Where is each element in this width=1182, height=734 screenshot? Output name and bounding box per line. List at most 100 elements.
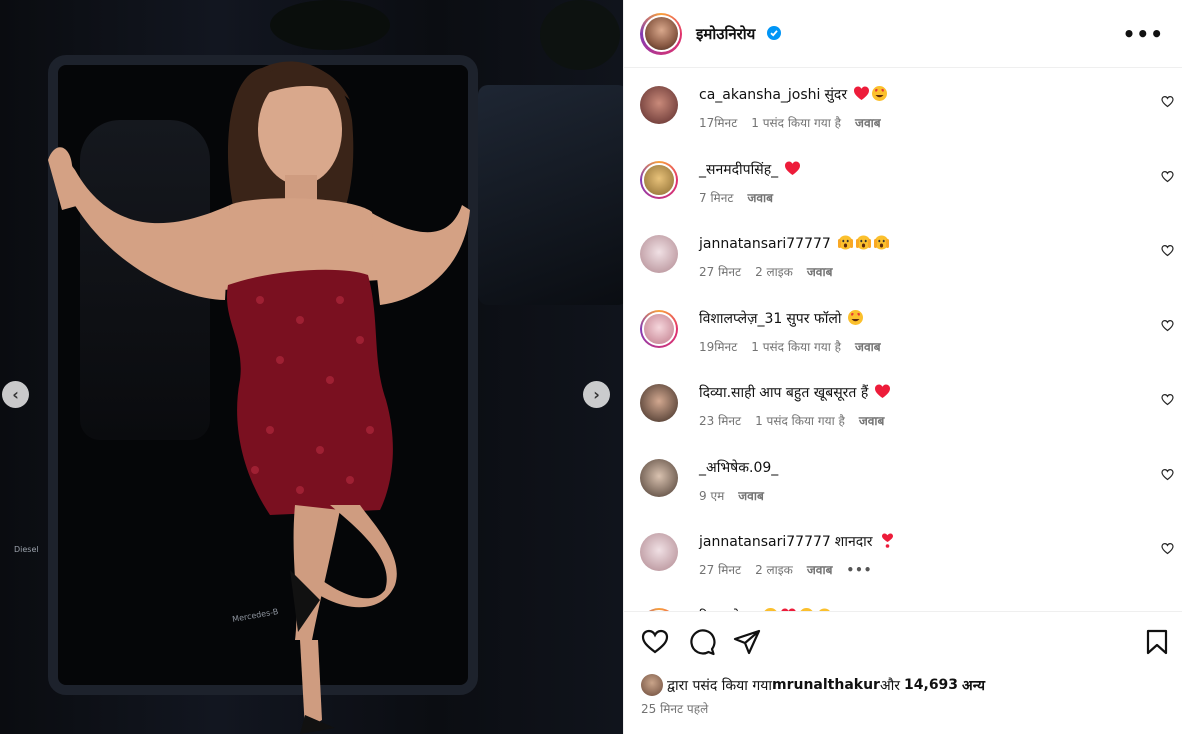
comment-body: सुंदर — [824, 87, 848, 103]
like-comment-heart-icon[interactable] — [1161, 170, 1174, 183]
comment-meta: 7 मिनट जवाब — [699, 189, 787, 206]
liked-by-others[interactable]: अन्य — [962, 676, 985, 695]
reply-button[interactable]: जवाब — [747, 191, 773, 205]
comment-body: शानदार — [834, 534, 873, 550]
share-icon[interactable] — [733, 628, 761, 656]
comments-list: ca_akansha_joshi सुंदर 17मिनट 1 पसंद किया ग… — [624, 68, 1182, 611]
comment-time: 23 मिनट — [699, 414, 742, 428]
like-comment-heart-icon[interactable] — [1161, 542, 1174, 555]
commenter-avatar[interactable] — [640, 309, 678, 348]
heart-eyes-emoji-icon — [872, 86, 888, 101]
reply-button[interactable]: जवाब — [859, 414, 885, 428]
face-screaming-emoji-icon — [837, 235, 853, 250]
commenter-avatar[interactable] — [640, 235, 678, 273]
comment-time: 27 मिनट — [699, 563, 742, 577]
commenter-avatar[interactable] — [640, 160, 678, 199]
comment-text-line: ca_akansha_joshi सुंदर — [699, 85, 888, 104]
owner-avatar[interactable] — [640, 12, 682, 55]
commenter-avatar[interactable] — [640, 384, 678, 422]
commenter-username[interactable]: ca_akansha_joshi — [699, 87, 820, 103]
reply-button[interactable]: जवाब — [855, 340, 881, 354]
liked-by-user[interactable]: mrunalthakur — [772, 677, 880, 693]
comment-time: 19मिनट — [699, 339, 738, 354]
heart-eyes-emoji-icon — [848, 309, 864, 325]
next-image-button[interactable]: › — [583, 381, 610, 408]
comment-item: रियाबाबेxx — [640, 601, 1170, 611]
like-comment-heart-icon[interactable] — [1161, 393, 1174, 406]
like-heart-icon[interactable] — [641, 628, 669, 656]
reply-button[interactable]: जवाब — [807, 265, 833, 279]
liked-by-line: द्वारा पसंद किया गया mrunalthakur और 14,… — [641, 674, 985, 696]
commenter-username[interactable]: jannatansari77777 — [699, 534, 831, 550]
comment-item: _अभिषेक.09_ 9 एम जवाब — [640, 452, 1174, 512]
comment-text-line: jannatansari77777 शानदार — [699, 532, 896, 551]
comment-time: 27 मिनट — [699, 265, 742, 279]
post-image: Diesel Mercedes-B ‹ › — [0, 0, 623, 734]
like-comment-heart-icon[interactable] — [1161, 95, 1174, 108]
red-heart-icon — [854, 86, 870, 100]
heart-exclamation-icon — [881, 533, 893, 548]
like-comment-heart-icon[interactable] — [1161, 319, 1174, 332]
commenter-username[interactable]: दिव्या.साही — [699, 385, 755, 401]
comment-like-count[interactable]: 2 लाइक — [755, 563, 793, 577]
car-brand-label: Diesel — [14, 545, 39, 554]
red-heart-icon — [875, 384, 891, 398]
liked-by-prefix: द्वारा पसंद किया गया — [667, 677, 772, 694]
comment-like-count[interactable]: 1 पसंद किया गया है — [751, 116, 841, 130]
liked-by-count[interactable]: 14,693 — [904, 677, 958, 693]
like-comment-heart-icon[interactable] — [1161, 468, 1174, 481]
verified-badge-icon — [766, 25, 781, 40]
comment-more-button[interactable]: ••• — [846, 563, 872, 577]
comment-body: आप बहुत खूबसूरत हैं — [759, 385, 869, 401]
woman-figure — [48, 61, 470, 734]
post-sidebar: इमोउनिरोय ••• ca_akansha_joshi सुंदर 17मिन… — [623, 0, 1182, 734]
comment-item: jannatansari77777 शानदार 27 मिनट 2 लाइक जवाब… — [640, 526, 1174, 586]
comment-meta: 27 मिनट 2 लाइक जवाब — [699, 263, 846, 280]
commenter-username[interactable]: jannatansari77777 — [699, 236, 831, 252]
comment-like-count[interactable]: 2 लाइक — [755, 265, 793, 279]
post-header: इमोउनिरोय ••• — [624, 0, 1182, 68]
comment-item: jannatansari77777 27 मिनट 2 लाइक जवाब — [640, 228, 1174, 288]
comment-text-line: _अभिषेक.09_ — [699, 458, 778, 477]
commenter-avatar[interactable] — [640, 86, 678, 124]
previous-image-button[interactable]: ‹ — [2, 381, 29, 408]
owner-username[interactable]: इमोउनिरोय — [696, 24, 781, 44]
comment-meta: 23 मिनट 1 पसंद किया गया है जवाब — [699, 412, 898, 429]
like-comment-heart-icon[interactable] — [1161, 244, 1174, 257]
chevron-right-icon: › — [593, 385, 600, 404]
reply-button[interactable]: जवाब — [855, 116, 881, 130]
comment-text-line: jannatansari77777 — [699, 234, 890, 252]
commenter-username[interactable]: विशालप्लेज़_31 — [699, 311, 782, 327]
comment-text-line: विशालप्लेज़_31 सुपर फॉलो — [699, 309, 864, 328]
comment-text-line: _सनमदीपसिंह_ — [699, 160, 801, 179]
comment-item: दिव्या.साही आप बहुत खूबसूरत हैं 23 मिनट 1 प… — [640, 377, 1174, 437]
more-options-button[interactable]: ••• — [1123, 22, 1164, 46]
comment-item: ca_akansha_joshi सुंदर 17मिनट 1 पसंद किया ग… — [640, 79, 1174, 139]
comment-body: सुपर फॉलो — [786, 310, 842, 327]
chevron-left-icon: ‹ — [12, 385, 19, 404]
bookmark-icon[interactable] — [1143, 628, 1171, 656]
commenter-username[interactable]: _अभिषेक.09_ — [699, 460, 778, 476]
face-screaming-emoji-icon — [855, 235, 871, 250]
comment-time: 9 एम — [699, 488, 725, 503]
reply-button[interactable]: जवाब — [807, 563, 833, 577]
comment-item: _सनमदीपसिंह_ 7 मिनट जवाब — [640, 154, 1174, 214]
commenter-avatar[interactable] — [640, 458, 678, 497]
post-timestamp: 25 मिनट पहले — [641, 702, 709, 716]
comment-meta: 27 मिनट 2 लाइक जवाब ••• — [699, 561, 886, 578]
comment-item: विशालप्लेज़_31 सुपर फॉलो 19मिनट 1 पसंद किया… — [640, 303, 1174, 363]
comment-time: 17मिनट — [699, 116, 738, 130]
post-actions: द्वारा पसंद किया गया mrunalthakur और 14,… — [624, 611, 1182, 734]
comment-icon[interactable] — [688, 628, 716, 656]
comment-meta: 9 एम जवाब — [699, 487, 778, 504]
comment-like-count[interactable]: 1 पसंद किया गया है — [755, 414, 845, 428]
face-screaming-emoji-icon — [873, 235, 889, 250]
commenter-avatar[interactable] — [640, 533, 678, 571]
commenter-username[interactable]: _सनमदीपसिंह_ — [699, 162, 778, 178]
reply-button[interactable]: जवाब — [738, 489, 764, 503]
comment-like-count[interactable]: 1 पसंद किया गया है — [751, 340, 841, 354]
comment-time: 7 मिनट — [699, 190, 734, 205]
red-heart-icon — [785, 161, 801, 175]
comment-meta: 19मिनट 1 पसंद किया गया है जवाब — [699, 338, 895, 355]
liker-avatar[interactable] — [641, 674, 663, 696]
